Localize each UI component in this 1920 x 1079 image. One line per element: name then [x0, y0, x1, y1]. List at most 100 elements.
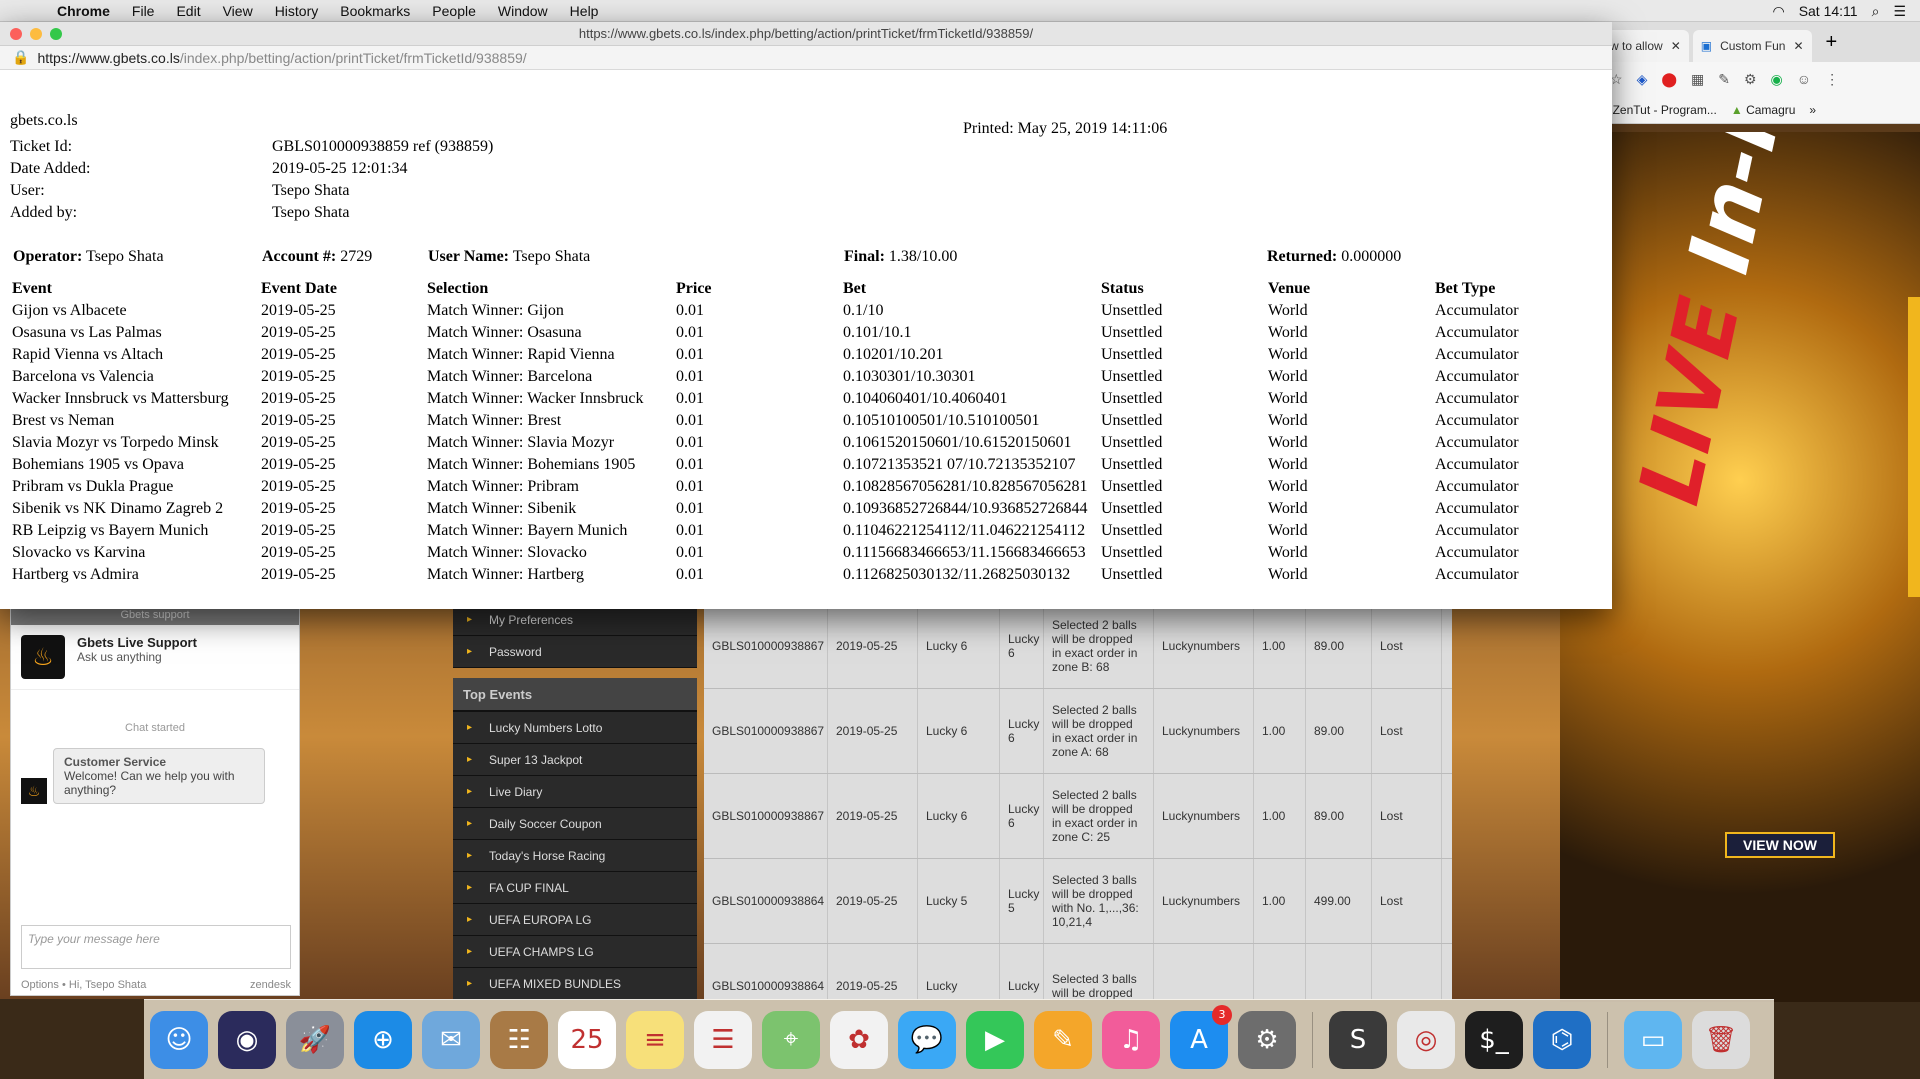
notes-icon[interactable]: ≡	[626, 1010, 684, 1069]
zendesk-link[interactable]: zendesk	[250, 979, 291, 991]
sidebar-item-super-13-jackpot[interactable]: Super 13 Jackpot	[453, 744, 697, 776]
sidebar-item-uefa-champs-lg[interactable]: UEFA CHAMPS LG	[453, 936, 697, 968]
menu-edit[interactable]: Edit	[165, 3, 211, 19]
price-cell: 0.01	[676, 302, 704, 319]
messages-icon[interactable]: 💬	[898, 1010, 956, 1069]
siri-glyph: ◉	[235, 1024, 259, 1055]
date-added-value: 2019-05-25 12:01:34	[272, 160, 408, 177]
table-row[interactable]: GBLS010000938864 2019-05-25 Lucky 5 Luck…	[704, 859, 1452, 944]
profile-avatar-icon[interactable]: ☺	[1797, 71, 1811, 87]
extension-icon[interactable]: ▦	[1691, 71, 1704, 88]
finder-icon[interactable]: ☺	[150, 1010, 208, 1069]
sidebar-item-uefa-mixed-bundles[interactable]: UEFA MIXED BUNDLES	[453, 968, 697, 1000]
app-store-icon[interactable]: A3	[1170, 1004, 1232, 1069]
downloads-folder-icon[interactable]: ▭	[1624, 1010, 1682, 1069]
minimize-window-icon[interactable]	[30, 28, 42, 40]
sidebar-item-horse-racing[interactable]: Today's Horse Racing	[453, 840, 697, 872]
column-header: Venue	[1268, 280, 1311, 297]
bookmark-item[interactable]: ◇ ZenTut - Program...	[1600, 103, 1717, 117]
extension-icon[interactable]: ⬤	[1661, 71, 1677, 88]
table-row[interactable]: GBLS010000938867 2019-05-25 Lucky 6 Luck…	[704, 604, 1452, 689]
chrome-icon[interactable]: ◎	[1397, 1010, 1455, 1069]
itunes-icon[interactable]: ♫	[1102, 1010, 1160, 1069]
facetime-icon[interactable]: ▶	[966, 1010, 1024, 1069]
sidebar-item-uefa-europa-lg[interactable]: UEFA EUROPA LG	[453, 904, 697, 936]
selection-cell: Match Winner: Slavia Mozyr	[427, 434, 615, 451]
system-preferences-icon[interactable]: ⚙	[1238, 1010, 1296, 1069]
menu-help[interactable]: Help	[559, 3, 610, 19]
result-cell: Lost	[1372, 604, 1442, 688]
bet-type-cell: Accumulator	[1435, 434, 1519, 451]
view-now-button[interactable]: VIEW NOW	[1725, 832, 1835, 858]
extension-icon[interactable]: ⚙	[1744, 71, 1757, 88]
maps-icon[interactable]: ⌖	[762, 1010, 820, 1069]
sidebar-item-lucky-numbers-lotto[interactable]: Lucky Numbers Lotto	[453, 712, 697, 744]
spotlight-search-icon[interactable]: ⌕	[1872, 3, 1880, 20]
launchpad-icon[interactable]: 🚀	[286, 1010, 344, 1069]
price-cell: 0.01	[676, 324, 704, 341]
sidebar-item-fa-cup-final[interactable]: FA CUP FINAL	[453, 872, 697, 904]
chat-options-link[interactable]: Options • Hi, Tsepo Shata	[21, 979, 146, 991]
notification-center-icon[interactable]: ☰	[1893, 3, 1906, 20]
sidebar-item-password[interactable]: Password	[453, 636, 697, 668]
background-tab[interactable]: ▣ Custom Fun ✕	[1692, 30, 1812, 62]
menu-history[interactable]: History	[264, 3, 330, 19]
menu-kebab-icon[interactable]: ⋮	[1825, 71, 1839, 88]
menu-people[interactable]: People	[421, 3, 487, 19]
menu-window[interactable]: Window	[487, 3, 559, 19]
tab-label: Custom Fun	[1720, 39, 1786, 53]
extension-icon[interactable]: ✎	[1718, 71, 1730, 88]
table-row[interactable]: GBLS010000938864 2019-05-25 Lucky Lucky …	[704, 944, 1452, 1000]
tab-label: w to allow	[1610, 39, 1663, 53]
stake-cell: 1.00	[1254, 604, 1306, 688]
new-tab-icon[interactable]: +	[1826, 31, 1838, 54]
safari-glyph: ⊕	[372, 1024, 394, 1055]
calendar-icon[interactable]: 25	[558, 1010, 616, 1069]
pages-icon[interactable]: ✎	[1034, 1010, 1092, 1069]
background-tab[interactable]: w to allow ✕	[1602, 30, 1689, 62]
extension-icon[interactable]: ◈	[1637, 71, 1648, 88]
zoom-window-icon[interactable]	[50, 28, 62, 40]
bookmark-item[interactable]: ▲ Camagru	[1731, 103, 1796, 117]
venue-cell: World	[1268, 324, 1308, 341]
popup-title-bar[interactable]: https://www.gbets.co.ls/index.php/bettin…	[0, 22, 1612, 46]
mail-icon[interactable]: ✉	[422, 1010, 480, 1069]
event-date-cell: 2019-05-25	[261, 368, 336, 385]
url-host: https://www.gbets.co.ls	[37, 49, 180, 66]
extension-icon[interactable]: ◉	[1771, 71, 1783, 88]
siri-icon[interactable]: ◉	[218, 1010, 276, 1069]
table-row[interactable]: GBLS010000938867 2019-05-25 Lucky 6 Luck…	[704, 774, 1452, 859]
venue-cell: World	[1268, 368, 1308, 385]
background-toolbar: ☆ ◈ ⬤ ▦ ✎ ⚙ ◉ ☺ ⋮	[1590, 62, 1920, 96]
wifi-icon[interactable]: ◠	[1772, 3, 1784, 20]
close-icon[interactable]: ✕	[1671, 39, 1681, 53]
trash-icon[interactable]: 🗑	[1692, 1010, 1750, 1069]
live-in-play-banner[interactable]: LIVE In-Play VIEW NOW	[1560, 132, 1920, 1002]
contacts-icon[interactable]: ☷	[490, 1010, 548, 1069]
menu-app-name[interactable]: Chrome	[46, 3, 121, 19]
vscode-icon[interactable]: ⌬	[1533, 1010, 1591, 1069]
clock[interactable]: Sat 14:11	[1799, 3, 1858, 19]
bet-row: Pribram vs Dukla Prague 2019-05-25 Match W…	[12, 476, 1585, 498]
safari-icon[interactable]: ⊕	[354, 1010, 412, 1069]
menu-view[interactable]: View	[212, 3, 264, 19]
close-icon[interactable]: ✕	[1793, 39, 1803, 53]
venue-cell: World	[1268, 478, 1308, 495]
more-bookmarks-icon[interactable]: »	[1809, 103, 1816, 117]
table-row[interactable]: GBLS010000938867 2019-05-25 Lucky 6 Luck…	[704, 689, 1452, 774]
popup-address-bar[interactable]: 🔒 https://www.gbets.co.ls/index.php/bett…	[0, 46, 1612, 70]
sidebar-item-live-diary[interactable]: Live Diary	[453, 776, 697, 808]
menu-file[interactable]: File	[121, 3, 166, 19]
stake-cell	[1254, 944, 1306, 1000]
menu-bookmarks[interactable]: Bookmarks	[329, 3, 421, 19]
close-window-icon[interactable]	[10, 28, 22, 40]
chat-message-input[interactable]: Type your message here	[21, 925, 291, 969]
sidebar-item-daily-soccer-coupon[interactable]: Daily Soccer Coupon	[453, 808, 697, 840]
reminders-icon[interactable]: ☰	[694, 1010, 752, 1069]
sublime-text-icon[interactable]: S	[1329, 1010, 1387, 1069]
bet-type-cell: Accumulator	[1435, 346, 1519, 363]
photos-icon[interactable]: ✿	[830, 1010, 888, 1069]
bet-cell: 0.10721353521 07/10.72135352107	[843, 456, 1076, 473]
bet-type-cell: Accumulator	[1435, 522, 1519, 539]
terminal-icon[interactable]: $_	[1465, 1010, 1523, 1069]
